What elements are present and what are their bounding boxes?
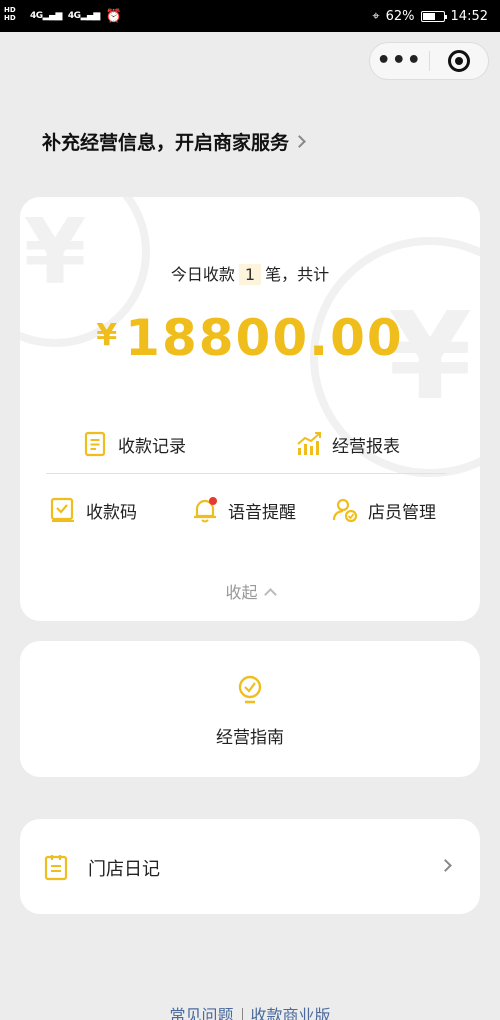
today-prefix: 今日收款: [170, 265, 235, 284]
close-button[interactable]: [430, 50, 489, 72]
clipboard-icon: [44, 855, 68, 881]
amount-value: 18800.00: [125, 309, 404, 367]
qrcode-label: 收款码: [86, 502, 137, 523]
store-diary-card[interactable]: 门店日记: [20, 819, 480, 914]
currency-symbol: ¥: [96, 318, 118, 353]
collection-summary-card: ¥ ¥ 今日收款 1 笔，共计 ¥18800.00 收款记录 经营报表 收款码 …: [20, 197, 480, 621]
today-summary: 今日收款 1 笔，共计: [20, 261, 480, 285]
store-diary-label: 门店日记: [88, 859, 160, 880]
menu-divider: [46, 473, 446, 474]
staff-icon: [332, 498, 358, 523]
staff-label: 店员管理: [368, 502, 436, 523]
report-label: 经营报表: [332, 436, 400, 457]
clock: 14:52: [450, 8, 488, 24]
signal-icon: 4G▂▄▆: [30, 11, 62, 21]
location-icon: ⌖: [372, 8, 380, 24]
records-button[interactable]: 收款记录: [82, 431, 186, 457]
voice-reminder-button[interactable]: 语音提醒: [192, 497, 296, 523]
faq-link[interactable]: 常见问题: [169, 1006, 233, 1020]
status-bar: HD HD 4G▂▄▆ 4G▂▄▆ ⏰ ⌖ 62% 14:52: [0, 0, 500, 32]
notification-badge: [209, 497, 217, 505]
business-guide-card[interactable]: 经营指南: [20, 641, 480, 777]
staff-button[interactable]: 店员管理: [332, 497, 436, 523]
signal-icon-2: 4G▂▄▆: [67, 11, 100, 21]
collapse-label: 收起: [225, 583, 258, 602]
footer-divider: [241, 1008, 243, 1020]
business-edition-link[interactable]: 收款商业版: [251, 1006, 331, 1020]
today-suffix: 笔，共计: [265, 265, 330, 284]
today-amount: ¥18800.00: [20, 309, 480, 367]
collapse-button[interactable]: 收起: [20, 579, 480, 603]
records-label: 收款记录: [118, 436, 186, 457]
merchant-info-label: 补充经营信息，开启商家服务: [42, 132, 290, 154]
report-button[interactable]: 经营报表: [296, 431, 400, 457]
qrcode-card-icon: [50, 497, 74, 522]
chevron-right-icon: [293, 135, 306, 148]
today-count: 1: [238, 264, 262, 285]
miniprogram-capsule: •••: [369, 42, 489, 80]
bell-icon: [194, 497, 217, 523]
voice-reminder-label: 语音提醒: [228, 502, 296, 523]
close-circle-icon: [447, 50, 470, 72]
chevron-right-icon: [439, 859, 452, 872]
lightbulb-icon: [238, 675, 262, 704]
hd-indicator: HD HD: [4, 6, 16, 22]
alarm-icon: ⏰: [105, 8, 123, 24]
battery-icon: [420, 10, 447, 22]
battery-percent: 62%: [385, 8, 415, 24]
qrcode-button[interactable]: 收款码: [50, 497, 137, 523]
business-guide-label: 经营指南: [216, 728, 284, 748]
chevron-up-icon: [263, 587, 277, 601]
more-button[interactable]: •••: [370, 50, 429, 72]
trend-chart-icon: [297, 432, 321, 455]
document-icon: [84, 431, 106, 457]
footer-links: 常见问题 收款商业版: [0, 1002, 500, 1020]
merchant-info-link[interactable]: 补充经营信息，开启商家服务: [42, 128, 306, 155]
